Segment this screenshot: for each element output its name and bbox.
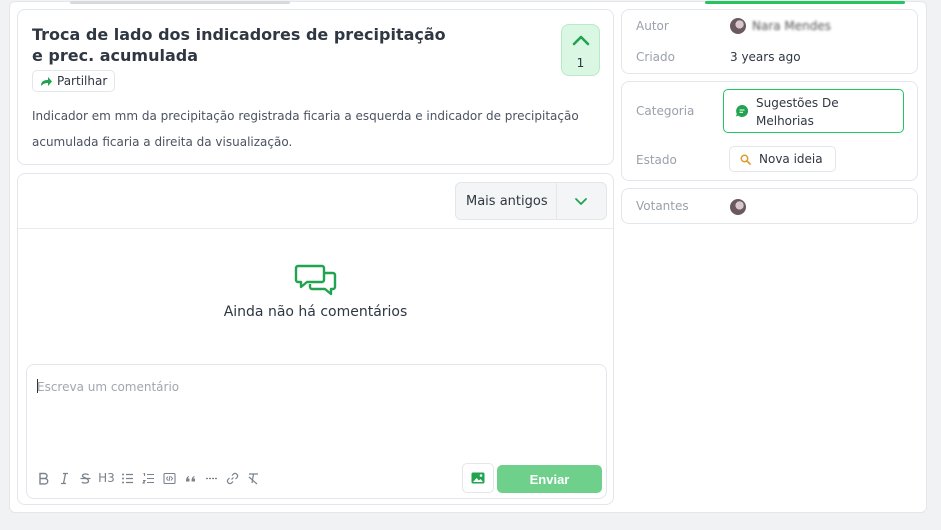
comments-header: Mais antigos [18,174,613,229]
top-edge-accent-bar [705,1,905,4]
sort-select[interactable]: Mais antigos [455,182,607,220]
category-label: Categoria [636,104,695,118]
vote-count: 1 [576,56,585,70]
code-block-icon[interactable] [159,470,180,486]
insert-image-button[interactable] [462,463,494,493]
search-icon [740,154,751,165]
empty-comments-text: Ainda não há comentários [223,304,408,320]
sort-label: Mais antigos [466,194,548,209]
author-card: Autor Nara Mendes Criado 3 years ago [621,9,918,74]
chevron-down-icon [575,198,587,205]
voters-card: Votantes [621,188,918,224]
created-value: 3 years ago [730,50,801,64]
comment-input[interactable] [37,377,577,397]
bullet-list-icon[interactable] [117,470,138,486]
state-badge[interactable]: Nova ideia [729,146,836,172]
share-label: Partilhar [57,74,108,88]
sort-divider [556,183,557,219]
share-arrow-icon [41,76,52,86]
author-label: Autor [636,19,669,33]
state-value: Nova ideia [759,152,823,166]
voters-label: Votantes [636,199,689,213]
state-label: Estado [636,153,677,167]
post-description: Indicador em mm da precipitação registra… [32,109,579,149]
comments-icon [294,264,337,296]
author-avatar[interactable] [730,18,746,34]
image-icon [471,472,485,484]
voter-avatar[interactable] [730,199,746,215]
send-button[interactable]: Enviar [497,465,602,493]
top-edge-bar [70,1,290,4]
editor-toolbar: H3 [33,470,264,486]
strikethrough-icon[interactable] [75,470,96,486]
chat-bubble-icon [736,104,749,117]
horizontal-rule-icon[interactable] [201,470,222,486]
clear-format-icon[interactable] [243,470,264,486]
heading-3-icon[interactable]: H3 [96,470,117,486]
post-card: Troca de lado dos indicadores de precipi… [17,9,614,165]
upvote-button[interactable]: 1 [561,24,600,76]
category-badge[interactable]: Sugestões De Melhorias [723,89,904,133]
link-icon[interactable] [222,470,243,486]
created-label: Criado [636,50,675,64]
comments-card: Mais antigos Ainda não há comentários H3 [17,173,614,505]
classification-card: Categoria Sugestões De Melhorias Estado … [621,81,918,181]
comment-editor: H3 [26,364,607,499]
numbered-list-icon[interactable] [138,470,159,486]
post-title: Troca de lado dos indicadores de precipi… [32,25,446,65]
category-value: Sugestões De Melhorias [756,96,839,128]
share-button[interactable]: Partilhar [32,70,116,92]
quote-icon[interactable] [180,470,201,486]
italic-icon[interactable] [54,470,75,486]
author-name[interactable]: Nara Mendes [752,19,831,33]
bold-icon[interactable] [33,470,54,486]
chevron-up-icon [572,35,589,46]
